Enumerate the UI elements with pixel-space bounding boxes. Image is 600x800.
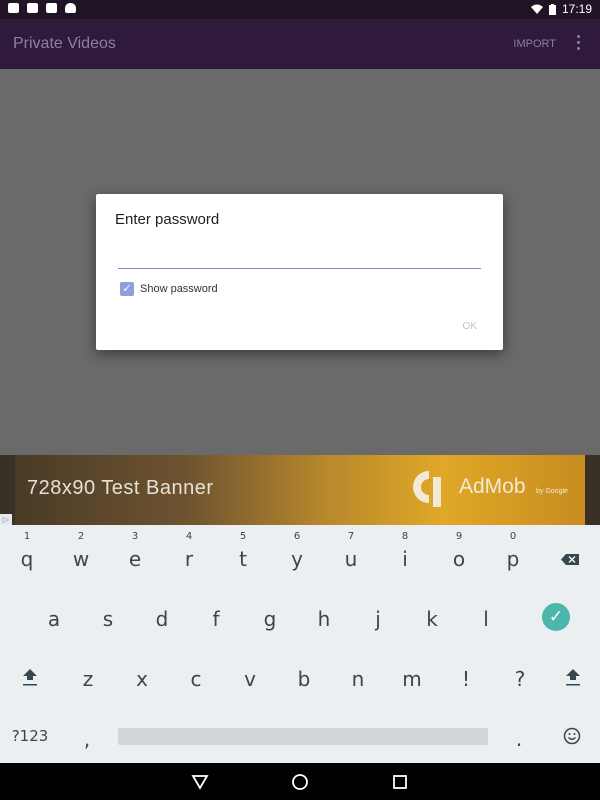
key-comma[interactable]: , [60,705,114,763]
password-input[interactable] [118,238,481,269]
key-t[interactable]: 5t [216,525,270,583]
key-r[interactable]: 4r [162,525,216,583]
app-bar: Private Videos IMPORT [0,19,600,69]
home-icon[interactable] [291,773,309,791]
show-password-label: Show password [140,283,218,295]
key-b[interactable]: b [277,645,331,703]
key-k[interactable]: k [405,585,459,643]
gmail-notification-icon [8,3,19,13]
clock: 17:19 [561,2,592,16]
key-c[interactable]: c [169,645,223,703]
password-dialog: Enter password ✓ Show password OK [96,194,503,350]
symbols-key[interactable]: ?123 [3,705,57,763]
key-v[interactable]: v [223,645,277,703]
key-exclamation[interactable]: ! [439,645,493,703]
ad-banner[interactable]: 728x90 Test Banner AdMob by Google ▷ [0,455,600,525]
battery-icon [548,3,556,15]
backspace-key[interactable] [561,554,579,565]
ad-brand: AdMob [459,475,526,498]
shift-key-left[interactable] [22,667,38,687]
show-password-checkbox[interactable]: ✓ [120,282,134,296]
key-u[interactable]: 7u [324,525,378,583]
key-e[interactable]: 3e [108,525,162,583]
key-f[interactable]: f [189,585,243,643]
emoji-key-icon[interactable] [563,727,581,745]
adchoices-icon[interactable]: ▷ [0,514,12,525]
app-title: Private Videos [13,35,116,52]
enter-key-check-icon[interactable]: ✓ [542,603,570,631]
gmail-notification-icon [27,3,38,13]
ad-by-google: by Google [536,488,568,495]
key-n[interactable]: n [331,645,385,703]
show-password-row[interactable]: ✓ Show password [120,282,218,296]
key-w[interactable]: 2w [54,525,108,583]
key-j[interactable]: j [351,585,405,643]
shift-key-right[interactable] [565,667,581,687]
key-z[interactable]: z [61,645,115,703]
key-s[interactable]: s [81,585,135,643]
key-a[interactable]: a [27,585,81,643]
key-i[interactable]: 8i [378,525,432,583]
photos-notification-icon [46,3,57,13]
soft-keyboard: 1q 2w 3e 4r 5t 6y 7u 8i 9o 0p a s d f g … [0,525,600,763]
key-l[interactable]: l [459,585,513,643]
navigation-bar [0,763,600,800]
overflow-menu-icon[interactable] [577,35,581,50]
key-d[interactable]: d [135,585,189,643]
android-notification-icon [65,3,76,13]
key-y[interactable]: 6y [270,525,324,583]
key-p[interactable]: 0p [486,525,540,583]
key-q[interactable]: 1q [0,525,54,583]
key-g[interactable]: g [243,585,297,643]
key-period[interactable]: . [492,705,546,763]
key-o[interactable]: 9o [432,525,486,583]
key-question[interactable]: ? [493,645,547,703]
ok-button[interactable]: OK [463,321,477,332]
key-x[interactable]: x [115,645,169,703]
key-m[interactable]: m [385,645,439,703]
dialog-title: Enter password [115,211,220,228]
wifi-icon [530,4,543,14]
status-bar: 17:19 [0,0,600,19]
space-bar[interactable] [118,728,488,745]
key-h[interactable]: h [297,585,351,643]
ad-banner-text: 728x90 Test Banner [27,477,214,499]
admob-logo-icon [413,471,441,507]
import-button[interactable]: IMPORT [513,38,556,50]
back-icon[interactable] [191,773,209,791]
recents-icon[interactable] [391,773,409,791]
ad-image[interactable]: 728x90 Test Banner AdMob by Google [15,455,585,525]
